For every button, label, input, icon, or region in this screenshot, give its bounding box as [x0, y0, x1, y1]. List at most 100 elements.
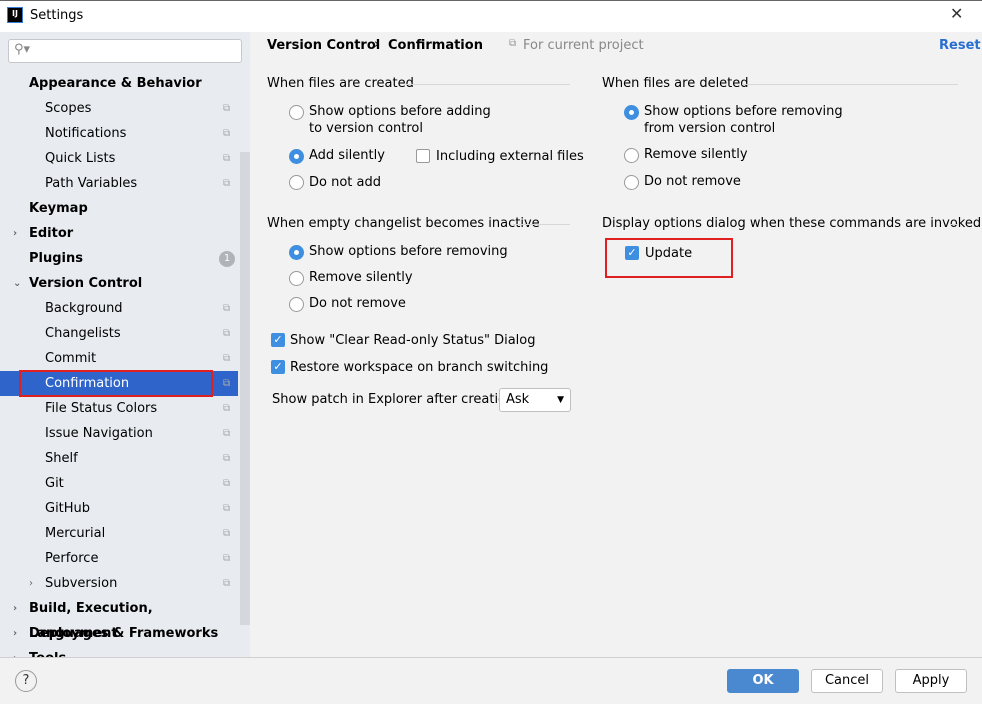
project-scope-icon: ⧉: [223, 453, 231, 464]
sidebar-item-label: Appearance & Behavior: [29, 76, 202, 91]
sidebar-item-issue-navigation[interactable]: Issue Navigation ⧉: [0, 421, 238, 446]
do-not-add-label: Do not add: [309, 175, 381, 190]
chevron-right-icon[interactable]: ›: [13, 596, 17, 621]
sidebar-item-label: Keymap: [29, 201, 88, 216]
sidebar-item-label: Languages & Frameworks: [29, 626, 219, 641]
sidebar-item-background[interactable]: Background ⧉: [0, 296, 238, 321]
window-title: Settings: [30, 8, 84, 23]
project-scope-icon: ⧉: [223, 103, 231, 114]
sidebar-item-file-status-colors[interactable]: File Status Colors ⧉: [0, 396, 238, 421]
display-section-title: Display options dialog when these comman…: [602, 216, 982, 231]
sidebar-item-subversion[interactable]: › Subversion ⧉: [0, 571, 238, 596]
created-show-options-label: Show options before adding: [309, 104, 491, 119]
title-bar: [0, 0, 982, 32]
project-scope-icon: ⧉: [223, 153, 231, 164]
sidebar-item-shelf[interactable]: Shelf ⧉: [0, 446, 238, 471]
sidebar-scrollbar[interactable]: [240, 152, 250, 625]
search-input[interactable]: ⚲▾: [8, 39, 242, 63]
sidebar-item-label: Version Control: [29, 276, 143, 291]
project-scope-icon: ⧉: [223, 378, 231, 389]
chevron-down-icon: ▼: [557, 395, 564, 405]
sidebar-item-label: Editor: [29, 226, 74, 241]
restore-workspace-checkbox[interactable]: ✓: [271, 360, 285, 374]
add-silently-radio[interactable]: [289, 149, 304, 164]
reset-link[interactable]: Reset: [939, 38, 981, 53]
sidebar-item-label: Commit: [45, 351, 97, 366]
sidebar-item-label: Perforce: [45, 551, 99, 566]
created-show-options-radio[interactable]: [289, 105, 304, 120]
sidebar-item-github[interactable]: GitHub ⧉: [0, 496, 238, 521]
help-button[interactable]: ?: [15, 670, 37, 692]
scope-label: For current project: [523, 38, 644, 53]
sidebar-item-editor[interactable]: › Editor: [0, 221, 238, 246]
sidebar-item-label: Scopes: [45, 101, 92, 116]
sidebar-item-scopes[interactable]: Scopes ⧉: [0, 96, 238, 121]
patch-select[interactable]: Ask ▼: [499, 388, 571, 412]
empty-show-options-radio[interactable]: [289, 245, 304, 260]
sidebar-item-path-variables[interactable]: Path Variables ⧉: [0, 171, 238, 196]
restore-workspace-label: Restore workspace on branch switching: [290, 360, 549, 375]
ok-button[interactable]: OK: [727, 669, 799, 693]
divider: [742, 84, 958, 85]
divider: [950, 224, 958, 225]
empty-show-options-label: Show options before removing: [309, 244, 508, 259]
sidebar-item-label: GitHub: [45, 501, 91, 516]
breadcrumb-current: Confirmation: [388, 38, 483, 53]
sidebar-item-label: Plugins: [29, 251, 83, 266]
clear-readonly-label: Show "Clear Read-only Status" Dialog: [290, 333, 536, 348]
sidebar-item-commit[interactable]: Commit ⧉: [0, 346, 238, 371]
empty-remove-silently-label: Remove silently: [309, 270, 413, 285]
empty-section-title: When empty changelist becomes inactive: [267, 216, 540, 231]
sidebar-item-appearance-behavior[interactable]: Appearance & Behavior: [0, 71, 238, 96]
sidebar-item-label: Changelists: [45, 326, 121, 341]
apply-button[interactable]: Apply: [895, 669, 967, 693]
sidebar-item-languages-frameworks[interactable]: › Languages & Frameworks: [0, 621, 238, 646]
project-scope-icon: ⧉: [223, 528, 231, 539]
sidebar-item-label: Path Variables: [45, 176, 138, 191]
sidebar-item-version-control[interactable]: ⌄ Version Control: [0, 271, 238, 296]
sidebar-item-build-execution-deployment[interactable]: › Build, Execution, Deployment: [0, 596, 238, 641]
created-show-options-label-2: to version control: [309, 121, 423, 136]
sidebar-item-label: Subversion: [45, 576, 118, 591]
project-scope-icon: ⧉: [223, 303, 231, 314]
deleted-show-options-radio[interactable]: [624, 105, 639, 120]
chevron-down-icon[interactable]: ⌄: [13, 271, 21, 296]
sidebar-item-label: Shelf: [45, 451, 78, 466]
sidebar-item-git[interactable]: Git ⧉: [0, 471, 238, 496]
sidebar-item-mercurial[interactable]: Mercurial ⧉: [0, 521, 238, 546]
empty-do-not-remove-label: Do not remove: [309, 296, 406, 311]
empty-do-not-remove-radio[interactable]: [289, 297, 304, 312]
cancel-button[interactable]: Cancel: [811, 669, 883, 693]
project-scope-icon: ⧉: [223, 478, 231, 489]
chevron-right-icon[interactable]: ›: [29, 571, 33, 596]
remove-silently-radio[interactable]: [624, 148, 639, 163]
sidebar-item-quick-lists[interactable]: Quick Lists ⧉: [0, 146, 238, 171]
project-scope-icon: ⧉: [223, 503, 231, 514]
sidebar-item-label: File Status Colors: [45, 401, 158, 416]
sidebar-item-keymap[interactable]: Keymap: [0, 196, 238, 221]
sidebar-item-changelists[interactable]: Changelists ⧉: [0, 321, 238, 346]
do-not-remove-radio[interactable]: [624, 175, 639, 190]
empty-remove-silently-radio[interactable]: [289, 271, 304, 286]
chevron-right-icon[interactable]: ›: [13, 221, 17, 246]
sidebar-item-label: Quick Lists: [45, 151, 116, 166]
created-section-title: When files are created: [267, 76, 414, 91]
divider: [405, 84, 570, 85]
sidebar-item-perforce[interactable]: Perforce ⧉: [0, 546, 238, 571]
project-scope-icon: ⧉: [223, 353, 231, 364]
clear-readonly-checkbox[interactable]: ✓: [271, 333, 285, 347]
close-icon[interactable]: ✕: [950, 4, 963, 23]
including-external-checkbox[interactable]: [416, 149, 430, 163]
breadcrumb-parent[interactable]: Version Control: [267, 38, 380, 53]
sidebar-item-label: Issue Navigation: [45, 426, 153, 441]
chevron-right-icon[interactable]: ›: [13, 621, 17, 646]
patch-select-value: Ask: [506, 392, 530, 407]
sidebar-item-plugins[interactable]: Plugins: [0, 246, 238, 271]
app-logo-icon: IJ: [7, 7, 23, 23]
divider: [513, 224, 570, 225]
do-not-add-radio[interactable]: [289, 175, 304, 190]
sidebar-item-notifications[interactable]: Notifications ⧉: [0, 121, 238, 146]
project-scope-icon: ⧉: [223, 403, 231, 414]
project-scope-icon: ⧉: [223, 553, 231, 564]
sidebar-item-label: Background: [45, 301, 123, 316]
